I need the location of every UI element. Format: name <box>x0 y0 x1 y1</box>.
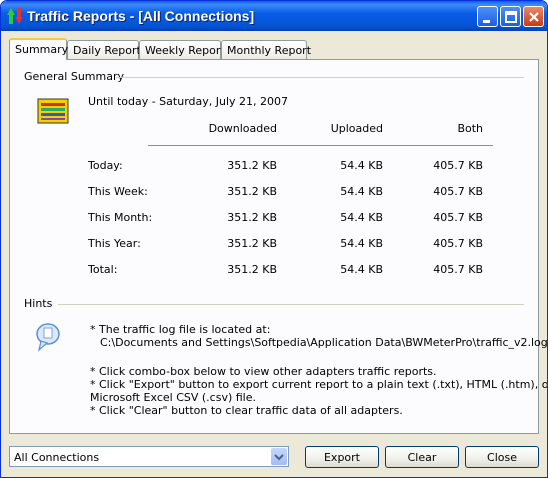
cell-both: 405.7 KB <box>433 185 483 198</box>
window-title: Traffic Reports - [All Connections] <box>27 8 255 24</box>
summary-panel: General Summary Until today - Saturday, … <box>9 59 547 434</box>
until-date-text: Until today - Saturday, July 21, 2007 <box>88 95 289 108</box>
hint-line: C:\Documents and Settings\Softpedia\Appl… <box>100 336 548 349</box>
maximize-button[interactable] <box>500 6 521 27</box>
cell-both: 405.7 KB <box>433 159 483 172</box>
tab-summary[interactable]: Summary <box>9 38 68 60</box>
close-icon <box>529 12 539 22</box>
hints-label: Hints <box>24 297 53 310</box>
cell-uploaded: 54.4 KB <box>340 211 383 224</box>
row-label: This Week: <box>88 185 148 198</box>
export-button[interactable]: Export <box>305 446 379 468</box>
hint-line: * Click combo-box below to view other ad… <box>90 365 437 378</box>
combo-selected-value: All Connections <box>14 451 100 464</box>
column-downloaded: Downloaded <box>208 122 277 135</box>
app-icon <box>7 8 23 24</box>
cell-uploaded: 54.4 KB <box>340 263 383 276</box>
clear-button[interactable]: Clear <box>385 446 459 468</box>
group-divider <box>116 77 524 78</box>
row-label: Today: <box>88 159 123 172</box>
cell-downloaded: 351.2 KB <box>227 237 277 250</box>
tab-weekly-report[interactable]: Weekly Report <box>139 40 225 59</box>
cell-downloaded: 351.2 KB <box>227 185 277 198</box>
row-label: Total: <box>88 263 118 276</box>
cell-uploaded: 54.4 KB <box>340 159 383 172</box>
row-label: This Year: <box>88 237 141 250</box>
group-divider <box>58 304 524 305</box>
cell-both: 405.7 KB <box>433 263 483 276</box>
column-uploaded: Uploaded <box>330 122 383 135</box>
cell-downloaded: 351.2 KB <box>227 211 277 224</box>
close-window-button[interactable] <box>523 6 544 27</box>
cell-uploaded: 54.4 KB <box>340 185 383 198</box>
summary-table-icon <box>37 98 69 124</box>
cell-downloaded: 351.2 KB <box>227 263 277 276</box>
hint-line: * The traffic log file is located at: <box>90 323 271 336</box>
combo-dropdown-button[interactable] <box>271 448 287 465</box>
close-button[interactable]: Close <box>465 446 539 468</box>
cell-downloaded: 351.2 KB <box>227 159 277 172</box>
cell-uploaded: 54.4 KB <box>340 237 383 250</box>
traffic-reports-window: Traffic Reports - [All Connections] Summ… <box>0 0 548 478</box>
chevron-down-icon <box>274 454 284 461</box>
general-summary-label: General Summary <box>24 70 125 83</box>
hint-line: Microsoft Excel CSV (.csv) file. <box>90 391 256 404</box>
tab-monthly-report[interactable]: Monthly Report <box>221 40 311 59</box>
maximize-icon <box>505 11 517 23</box>
hint-line: * Click "Export" button to export curren… <box>90 378 548 391</box>
adapter-combo-box[interactable]: All Connections <box>9 446 289 467</box>
minimize-icon <box>483 20 490 23</box>
row-label: This Month: <box>88 211 153 224</box>
header-divider <box>148 145 493 146</box>
hints-bubble-icon <box>36 323 60 352</box>
cell-both: 405.7 KB <box>433 211 483 224</box>
title-bar[interactable]: Traffic Reports - [All Connections] <box>1 1 547 31</box>
minimize-button[interactable] <box>477 6 498 27</box>
cell-both: 405.7 KB <box>433 237 483 250</box>
tab-daily-report[interactable]: Daily Report <box>67 40 141 59</box>
hint-line: * Click "Clear" button to clear traffic … <box>90 404 403 417</box>
column-both: Both <box>457 122 483 135</box>
